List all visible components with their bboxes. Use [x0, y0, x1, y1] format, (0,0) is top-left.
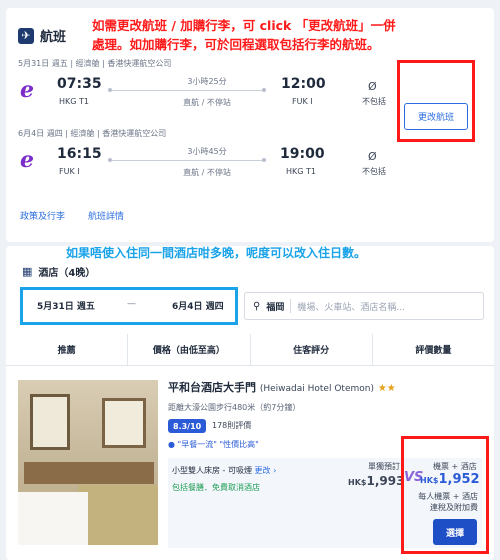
- route-dot: [262, 88, 266, 92]
- outbound-depart-code: HKG T1: [59, 97, 89, 106]
- airline-logo-icon: e: [20, 147, 34, 173]
- return-baggage: 不包括: [362, 167, 386, 176]
- rating-badge: 8.3/10: [168, 419, 207, 433]
- outbound-duration: 3小時25分: [187, 77, 227, 86]
- annotation-top-line2: 處理。如加購行李，可於回程選取包括行李的航班。: [92, 37, 380, 52]
- outbound-depart-time: 07:35: [57, 76, 102, 92]
- return-meta: 6月4日 週四 | 經濟艙 | 香港快運航空公司: [18, 129, 167, 138]
- location-value: 福岡: [266, 302, 285, 313]
- photo-window: [102, 398, 146, 448]
- hotel-distance: 距離大濠公園步行480米（約7分鐘）: [168, 403, 301, 412]
- package-label: 機票 + 酒店: [433, 462, 477, 471]
- room-benefits: 包括餐膳．免費取消酒店: [172, 483, 260, 492]
- separate-booking-label: 單獨預訂: [368, 462, 400, 471]
- location-placeholder: 機場、火車站、酒店名稱...: [297, 302, 405, 313]
- hotel-photo[interactable]: [18, 380, 158, 545]
- flight-section-header: ✈ 航班: [18, 26, 66, 45]
- return-depart-time: 16:15: [57, 146, 102, 162]
- photo-bed: [18, 492, 88, 545]
- package-note-line2: 連稅及附加費: [430, 503, 478, 512]
- tab-price-low-high[interactable]: 價格（由低至高）: [128, 334, 251, 365]
- star-rating-icon: ★★: [377, 383, 396, 394]
- review-quote: ● "早餐一流" "性價比高": [168, 439, 259, 450]
- price-value: 1,952: [438, 472, 480, 487]
- outbound-stops: 直航 / 不停站: [183, 98, 231, 107]
- route-dot: [262, 158, 266, 162]
- outbound-meta: 5月31日 週五 | 經濟艙 | 香港快運航空公司: [18, 59, 172, 68]
- review-count[interactable]: 178則評價: [212, 420, 251, 431]
- no-baggage-icon: Ø: [368, 150, 377, 163]
- tab-guest-rating[interactable]: 住客評分: [251, 334, 373, 365]
- photo-floor: [78, 485, 158, 545]
- hotel-section-title: 酒店（4晚）: [38, 268, 96, 279]
- annotation-top: 如需更改航班 / 加購行李，可 click 「更改航班」一併 處理。如加購行李，…: [92, 16, 492, 54]
- return-stops: 直航 / 不停站: [183, 168, 231, 177]
- currency: HK$: [348, 478, 367, 487]
- checkout-date[interactable]: 6月4日 週四: [172, 299, 224, 312]
- room-name: 小型雙人床房 - 可吸煙 更改 ›: [172, 465, 276, 476]
- hotel-name-en: (Heiwadai Hotel Otemon): [259, 384, 374, 394]
- select-button[interactable]: 選擇: [433, 519, 477, 545]
- tab-recommended[interactable]: 推薦: [6, 334, 129, 365]
- route-line: [112, 160, 262, 161]
- change-flight-button[interactable]: 更改航班: [404, 103, 468, 130]
- currency: HK$: [420, 476, 439, 485]
- divider: [290, 299, 292, 313]
- return-duration: 3小時45分: [187, 147, 227, 156]
- change-room-link[interactable]: 更改 ›: [255, 466, 277, 475]
- tab-review-count[interactable]: 評價數量: [373, 334, 494, 365]
- outbound-arrive-code: FUK I: [292, 97, 313, 106]
- sort-tabs: 推薦 價格（由低至高） 住客評分 評價數量: [6, 334, 494, 366]
- hotel-name-zh: 平和台酒店大手門: [168, 381, 256, 394]
- annotation-middle: 如果唔使入住同一間酒店咁多晚，呢度可以改入住日數。: [66, 246, 367, 260]
- location-field[interactable]: ⚲ 福岡 機場、火車站、酒店名稱...: [244, 292, 484, 320]
- flight-details-link[interactable]: 航班詳情: [88, 209, 124, 222]
- photo-window: [30, 394, 70, 450]
- checkin-date[interactable]: 5月31日 週五: [37, 299, 95, 312]
- hotel-icon: ▦: [22, 265, 33, 278]
- policy-baggage-link[interactable]: 政策及行李: [20, 209, 65, 222]
- hotel-section-header: ▦ 酒店（4晚）: [22, 264, 95, 279]
- airline-logo-icon: e: [20, 77, 34, 103]
- annotation-top-line1: 如需更改航班 / 加購行李，可 click 「更改航班」一併: [92, 18, 396, 33]
- date-dash: —: [127, 299, 136, 309]
- package-note: 每人機票 + 酒店 連稅及附加費: [418, 491, 478, 513]
- flight-section-title: 航班: [40, 30, 67, 45]
- return-arrive-code: HKG T1: [286, 167, 316, 176]
- package-price: HK$1,952: [420, 472, 480, 487]
- plane-icon: ✈: [18, 27, 34, 44]
- hotel-name[interactable]: 平和台酒店大手門 (Heiwadai Hotel Otemon) ★★: [168, 379, 396, 395]
- route-line: [112, 90, 262, 91]
- outbound-baggage: 不包括: [362, 97, 386, 106]
- separate-booking-price: HK$1,993: [348, 474, 404, 488]
- no-baggage-icon: Ø: [368, 80, 377, 93]
- location-pin-icon: ⚲: [253, 300, 261, 312]
- return-depart-code: FUK I: [59, 167, 80, 176]
- review-quote-text: "早餐一流" "性價比高": [177, 440, 259, 449]
- price-value: 1,993: [366, 474, 405, 488]
- return-arrive-time: 19:00: [280, 146, 325, 162]
- person-icon: ●: [168, 440, 175, 449]
- package-note-line1: 每人機票 + 酒店: [418, 492, 478, 501]
- outbound-arrive-time: 12:00: [281, 76, 326, 92]
- photo-shelf: [24, 462, 154, 484]
- room-name-text: 小型雙人床房 - 可吸煙: [172, 466, 252, 475]
